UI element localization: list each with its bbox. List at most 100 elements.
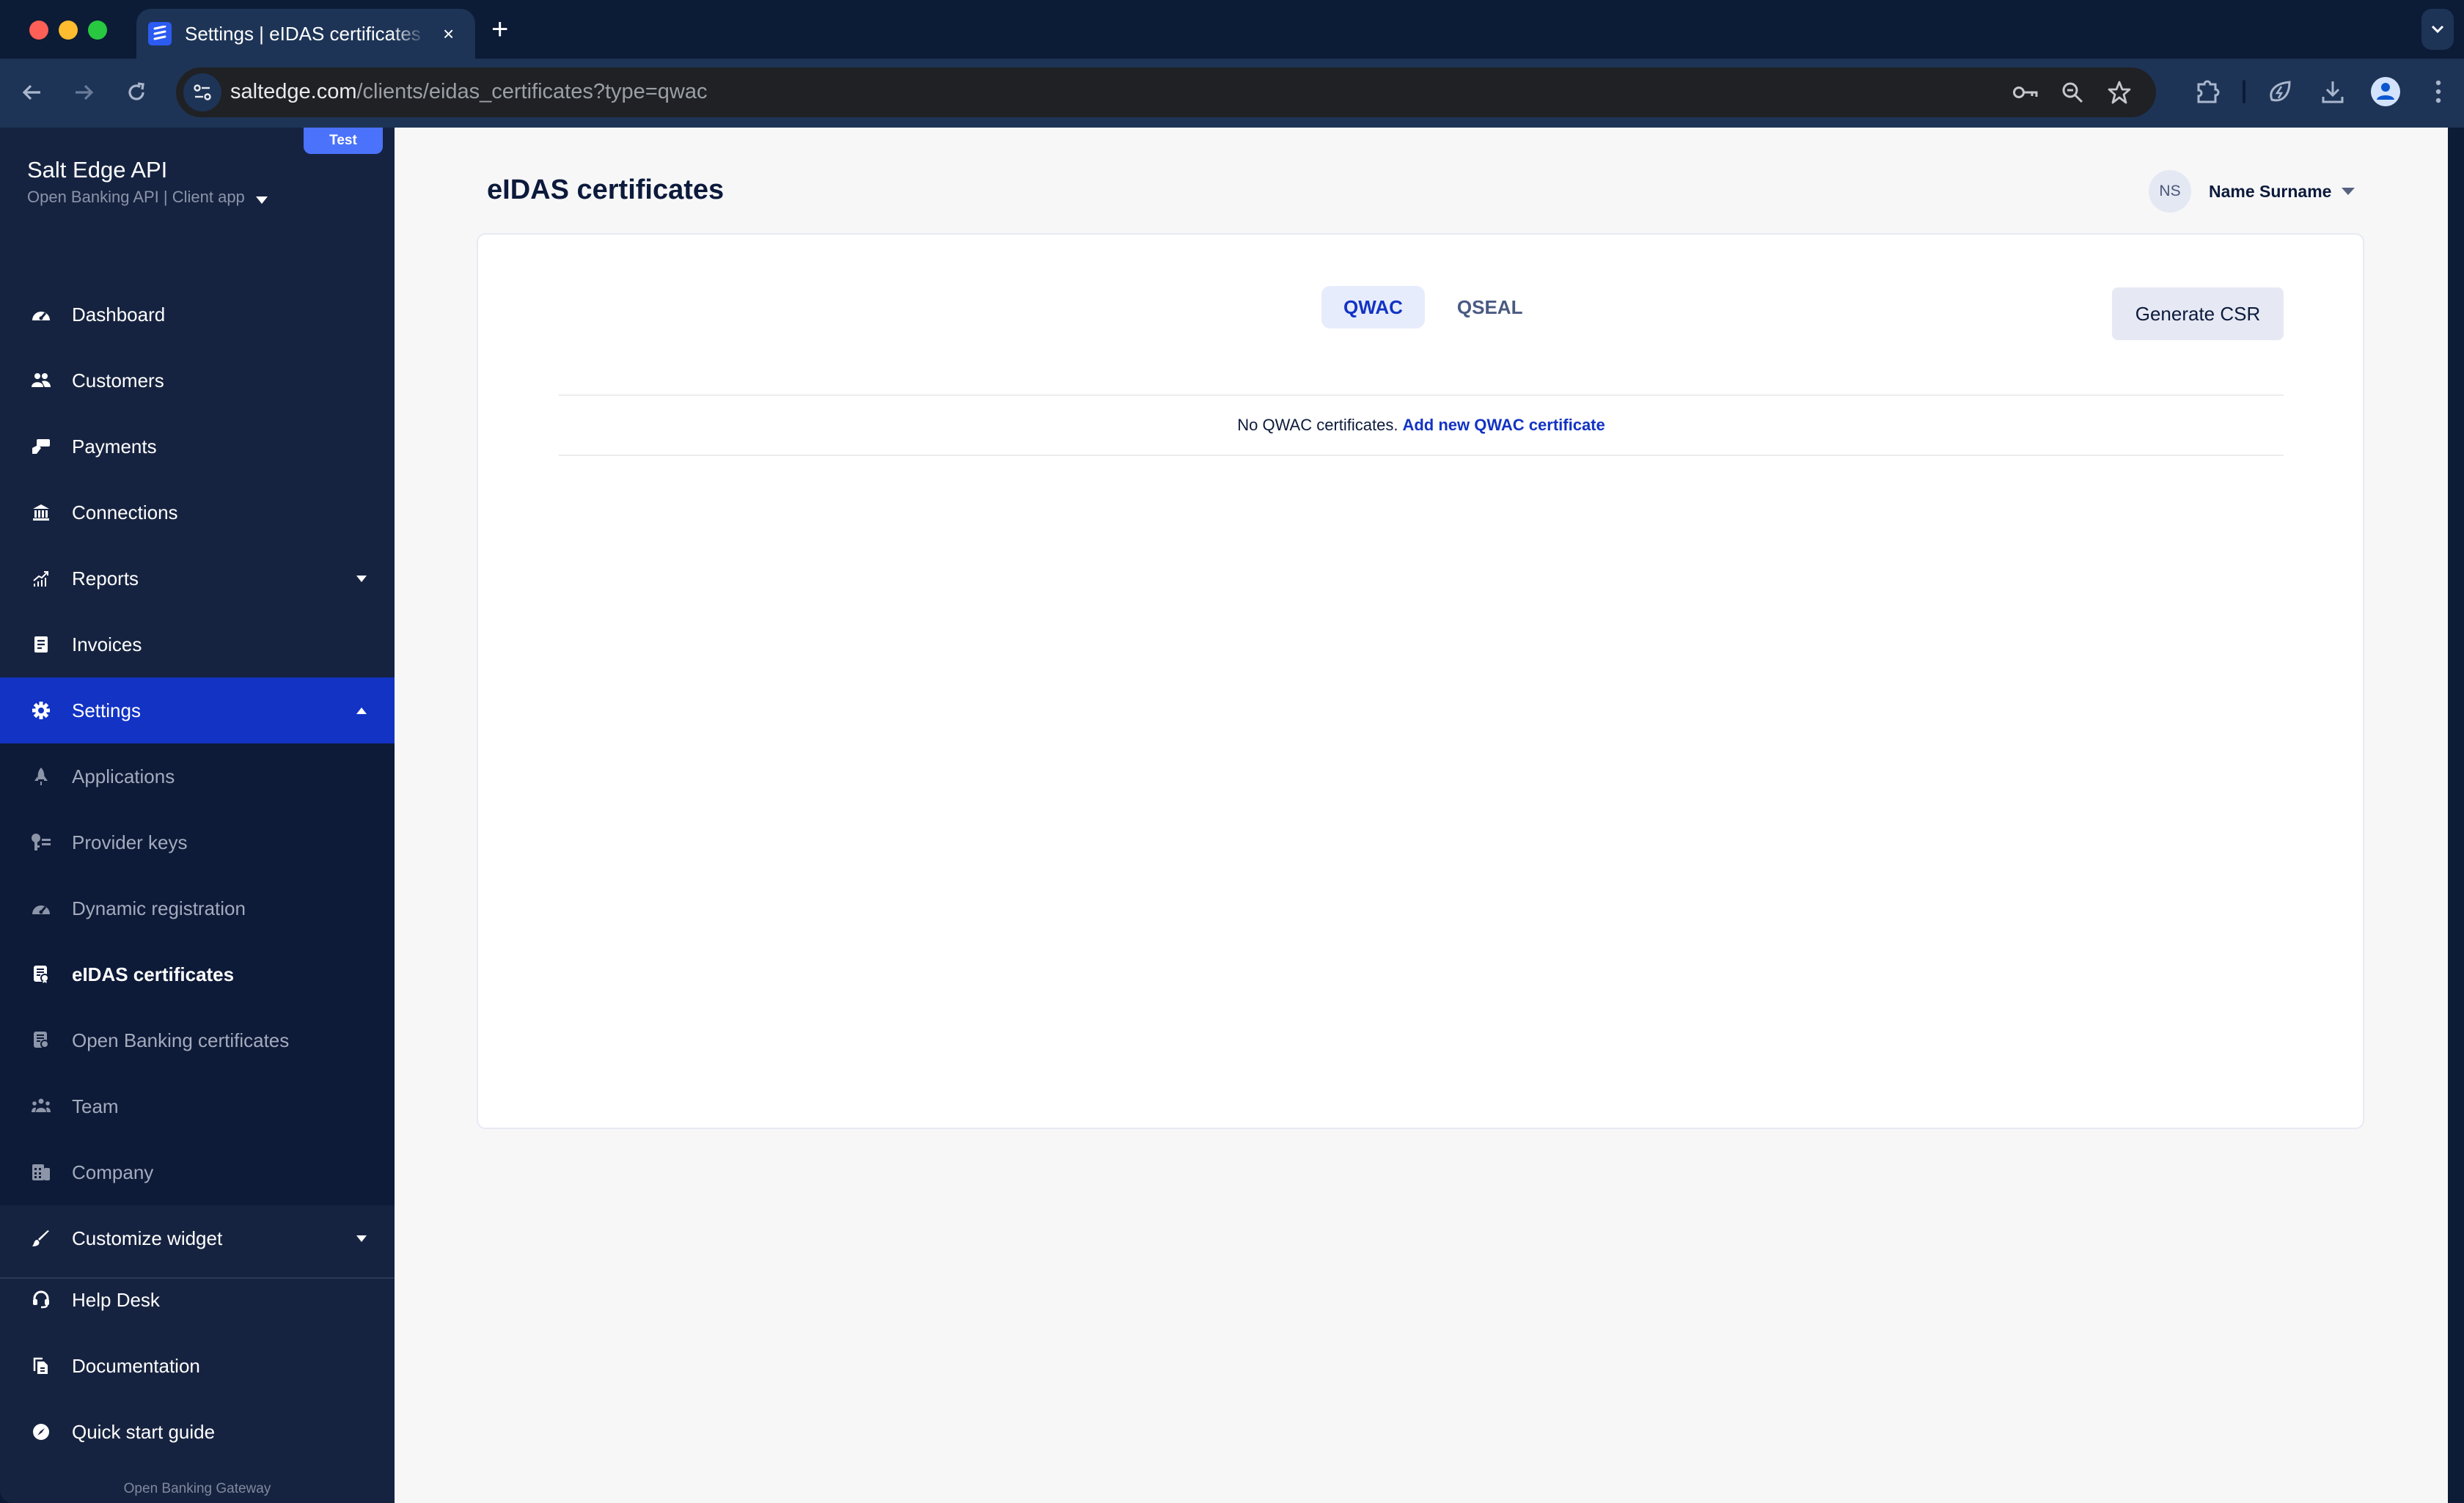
browser-tab-active[interactable]: Settings | eIDAS certificates × (136, 9, 475, 59)
user-name: Name Surname (2209, 181, 2332, 201)
key-icon[interactable] (2011, 78, 2040, 107)
reports-icon (29, 567, 53, 590)
tab-qseal[interactable]: QSEAL (1435, 286, 1545, 328)
sidebar-item-payments[interactable]: Payments (0, 414, 395, 479)
compass-icon (29, 1420, 53, 1444)
sidebar-item-eidas-certificates[interactable]: eIDAS certificates (0, 941, 395, 1007)
zoom-out-icon[interactable] (2058, 78, 2087, 107)
certificate-icon (29, 963, 53, 986)
documents-icon (29, 1354, 53, 1378)
sidebar: Test Salt Edge API Open Banking API | Cl… (0, 128, 395, 1503)
sidebar-item-label: Connections (72, 501, 178, 523)
window-controls (29, 21, 107, 40)
caret-down-icon (356, 575, 367, 582)
add-qwac-certificate-link[interactable]: Add new QWAC certificate (1402, 416, 1605, 435)
sidebar-item-customers[interactable]: Customers (0, 348, 395, 414)
url-path: /clients/eidas_certificates?type=qwac (356, 80, 708, 103)
close-window-button[interactable] (29, 21, 48, 40)
caret-down-icon (356, 1235, 367, 1242)
sidebar-item-label: Provider keys (72, 831, 188, 853)
settings-submenu: Applications Provider keys Dynamic regis… (0, 743, 395, 1205)
tab-search-button[interactable] (2421, 9, 2454, 50)
caret-up-icon (356, 707, 367, 714)
site-info-icon[interactable] (183, 73, 221, 111)
sidebar-item-label: eIDAS certificates (72, 963, 235, 985)
download-icon[interactable] (2314, 73, 2351, 110)
sidebar-item-dashboard[interactable]: Dashboard (0, 282, 395, 348)
certificate-type-tabs: QWAC QSEAL (1321, 286, 1544, 328)
browser-chrome: Settings | eIDAS certificates × + salted… (0, 0, 2464, 128)
sidebar-item-label: Team (72, 1095, 119, 1117)
sidebar-item-customize-widget[interactable]: Customize widget (0, 1205, 395, 1271)
sidebar-item-label: Quick start guide (72, 1420, 216, 1443)
url-text[interactable]: saltedge.com/clients/eidas_certificates?… (230, 80, 707, 104)
sidebar-item-label: Open Banking certificates (72, 1029, 290, 1051)
invoice-icon (29, 633, 53, 656)
key-list-icon (29, 831, 53, 854)
new-tab-button[interactable]: + (491, 15, 508, 44)
sidebar-item-label: Reports (72, 567, 139, 589)
forward-button[interactable] (66, 75, 101, 110)
sidebar-item-invoices[interactable]: Invoices (0, 611, 395, 677)
brush-icon (29, 1227, 53, 1250)
user-menu[interactable]: NS Name Surname (2149, 170, 2355, 213)
sidebar-item-connections[interactable]: Connections (0, 479, 395, 545)
sidebar-item-dynamic-registration[interactable]: Dynamic registration (0, 875, 395, 941)
sidebar-item-company[interactable]: Company (0, 1139, 395, 1205)
generate-csr-button[interactable]: Generate CSR (2112, 287, 2284, 340)
sidebar-item-label: Dynamic registration (72, 897, 246, 919)
back-button[interactable] (15, 75, 50, 110)
app-switcher[interactable]: Salt Edge API Open Banking API | Client … (27, 157, 268, 207)
tab-title: Settings | eIDAS certificates (185, 22, 421, 45)
maximize-window-button[interactable] (88, 21, 107, 40)
extensions-icon[interactable] (2190, 73, 2226, 110)
profile-icon[interactable] (2367, 73, 2404, 110)
sidebar-item-label: Company (72, 1161, 154, 1183)
sidebar-item-label: Customers (72, 369, 164, 392)
empty-state-text: No QWAC certificates. (1237, 416, 1398, 434)
toolbar-divider (2243, 80, 2245, 103)
kebab-menu-icon[interactable] (2420, 73, 2457, 110)
sidebar-item-label: Applications (72, 765, 175, 787)
browser-toolbar: saltedge.com/clients/eidas_certificates?… (0, 59, 2464, 128)
gear-icon (29, 699, 53, 722)
saltedge-favicon-icon (148, 22, 172, 45)
toolbar-actions (2190, 73, 2457, 110)
tab-qwac[interactable]: QWAC (1321, 286, 1425, 328)
rocket-icon (29, 765, 53, 788)
sidebar-item-provider-keys[interactable]: Provider keys (0, 809, 395, 875)
star-icon[interactable] (2105, 78, 2134, 107)
arrow-left-icon (22, 84, 40, 100)
sidebar-item-help-desk[interactable]: Help Desk (0, 1267, 395, 1333)
app-name: Salt Edge API (27, 157, 168, 183)
sidebar-item-reports[interactable]: Reports (0, 545, 395, 611)
bank-icon (29, 501, 53, 524)
sidebar-footer: Open Banking Gateway (123, 1481, 271, 1496)
sidebar-item-team[interactable]: Team (0, 1073, 395, 1139)
minimize-window-button[interactable] (59, 21, 78, 40)
reload-button[interactable] (119, 75, 154, 110)
sidebar-help-nav: Help Desk Documentation Quick start guid… (0, 1267, 395, 1465)
address-bar[interactable]: saltedge.com/clients/eidas_certificates?… (176, 67, 2156, 117)
chevron-down-icon (2431, 25, 2444, 34)
performance-icon[interactable] (2262, 73, 2298, 110)
sidebar-item-quick-start-guide[interactable]: Quick start guide (0, 1399, 395, 1465)
main-content: eIDAS certificates NS Name Surname QWAC … (395, 128, 2448, 1503)
sidebar-item-label: Help Desk (72, 1288, 160, 1311)
sidebar-item-label: Invoices (72, 633, 142, 655)
sidebar-nav: Dashboard Customers Payments Connections… (0, 282, 395, 1279)
sidebar-item-label: Settings (72, 699, 141, 721)
sidebar-item-applications[interactable]: Applications (0, 743, 395, 809)
environment-badge: Test (304, 128, 383, 154)
omnibox-actions (2011, 78, 2134, 107)
sidebar-item-settings[interactable]: Settings (0, 677, 395, 743)
gauge-icon (29, 897, 53, 920)
payments-icon (29, 435, 53, 458)
sidebar-item-open-banking-certificates[interactable]: Open Banking certificates (0, 1007, 395, 1073)
headset-icon (29, 1288, 53, 1312)
sidebar-item-documentation[interactable]: Documentation (0, 1333, 395, 1399)
window-edge (2448, 128, 2464, 1503)
building-icon (29, 1161, 53, 1184)
sidebar-item-label: Payments (72, 435, 157, 457)
tab-close-icon[interactable]: × (443, 23, 454, 45)
